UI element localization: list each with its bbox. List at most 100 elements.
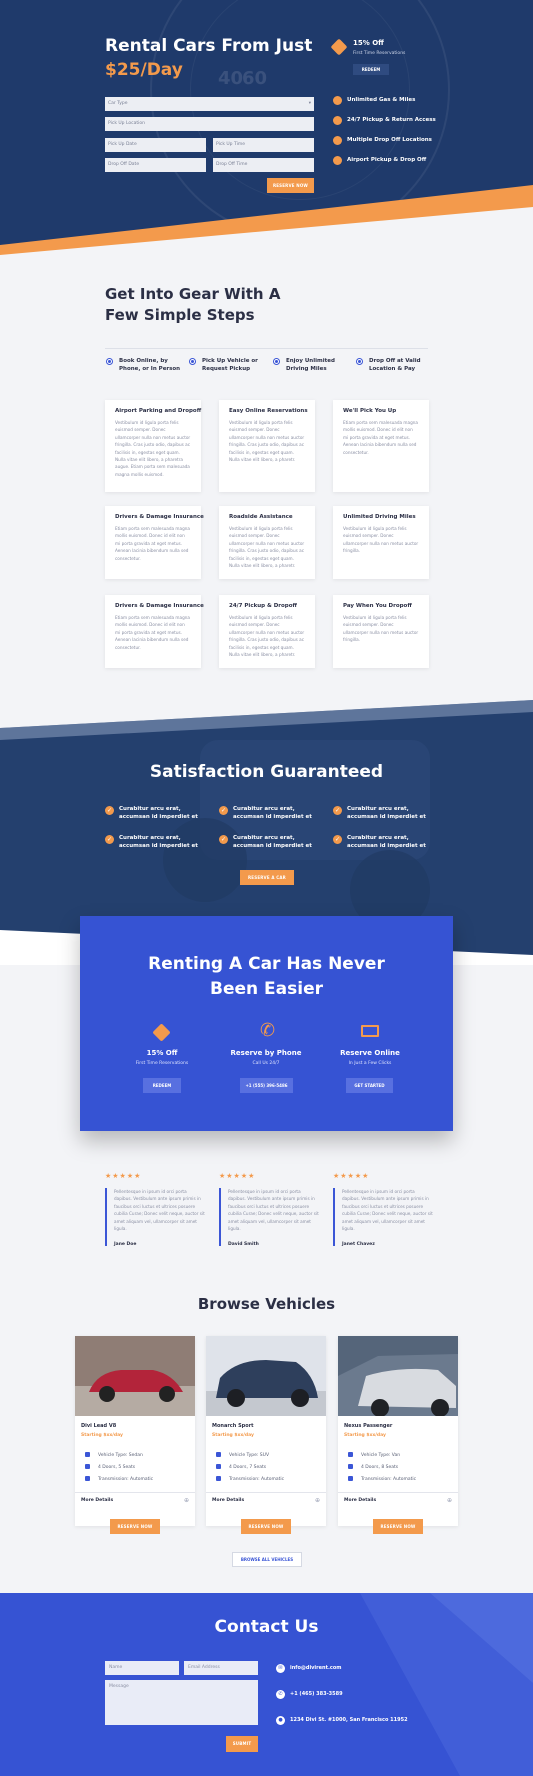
vehicle-spec: Vehicle Type: Sedan bbox=[85, 1452, 143, 1458]
check-icon: ✓ bbox=[105, 806, 114, 815]
message-textarea[interactable]: Message bbox=[105, 1680, 258, 1725]
check-icon: ✓ bbox=[105, 835, 114, 844]
contact-heading: Contact Us bbox=[214, 1617, 319, 1637]
redeem-button[interactable]: REDEEM bbox=[353, 64, 389, 75]
rating-stars: ★★★★★ bbox=[333, 1172, 370, 1180]
promo-subtitle: First Time Reservations bbox=[353, 51, 406, 56]
column-title: Reserve Online bbox=[340, 1049, 400, 1057]
dropoff-time-input[interactable]: Drop Off Time bbox=[213, 158, 314, 172]
reserve-now-button[interactable]: RESERVE NOW bbox=[110, 1519, 160, 1534]
service-card: 24/7 Pickup & Dropoff Vestibulum id ligul… bbox=[219, 595, 315, 668]
pickup-date-input[interactable]: Pick Up Date bbox=[105, 138, 206, 152]
more-details-toggle[interactable]: More Details bbox=[81, 1498, 113, 1503]
contact-email[interactable]: info@divirent.com bbox=[290, 1665, 341, 1671]
more-details-toggle[interactable]: More Details bbox=[212, 1498, 244, 1503]
phone-button[interactable]: +1 (555) 396-5486 bbox=[240, 1078, 293, 1093]
vehicle-name: Nexus Passenger bbox=[344, 1423, 393, 1429]
promo-title: 15% Off bbox=[353, 39, 384, 47]
vehicle-name: Divi Lead V8 bbox=[81, 1423, 117, 1429]
steps-heading: Get Into Gear With A Few Simple Steps bbox=[105, 285, 281, 324]
phone-icon: ✆ bbox=[260, 1020, 276, 1041]
service-card: We'll Pick You Up Etiam porta sem malesua… bbox=[333, 400, 429, 492]
pickup-location-input[interactable]: Pick Up Location bbox=[105, 117, 314, 131]
door-icon bbox=[348, 1464, 353, 1469]
feature-item: Unlimited Gas & Miles bbox=[347, 97, 416, 103]
contact-section: Contact Us Name Email Address Message SU… bbox=[0, 1593, 533, 1776]
dropoff-date-input[interactable]: Drop Off Date bbox=[105, 158, 206, 172]
testimonial-author: David Smith bbox=[228, 1242, 259, 1248]
vehicle-spec: Vehicle Type: Van bbox=[348, 1452, 400, 1458]
redeem-button[interactable]: REDEEM bbox=[143, 1078, 181, 1093]
renting-section: Renting A Car Has Never Been Easier 15% … bbox=[80, 916, 453, 1131]
testimonial: Pellentesque in ipsum id orci porta dapi… bbox=[333, 1188, 433, 1248]
column-subtitle: Call Us 24/7 bbox=[252, 1061, 280, 1066]
testimonial: Pellentesque in ipsum id orci porta dapi… bbox=[219, 1188, 319, 1248]
name-input[interactable]: Name bbox=[105, 1661, 179, 1675]
vehicle-price: Starting $xx/day bbox=[81, 1433, 123, 1438]
more-details-toggle[interactable]: More Details bbox=[344, 1498, 376, 1503]
gear-icon bbox=[348, 1476, 353, 1481]
renting-heading: Renting A Car Has Never Been Easier bbox=[148, 954, 385, 999]
column-subtitle: First Time Reservations bbox=[135, 1061, 189, 1066]
monitor-icon bbox=[361, 1025, 379, 1037]
email-icon: ✉ bbox=[276, 1664, 285, 1673]
reserve-now-button[interactable]: RESERVE NOW bbox=[373, 1519, 423, 1534]
feature-item: Airport Pickup & Drop Off bbox=[347, 157, 427, 163]
car-icon bbox=[216, 1452, 221, 1457]
gas-icon bbox=[333, 96, 342, 105]
satisfaction-item: Curabitur arcu erat, accumsan id imperdi… bbox=[119, 835, 198, 849]
column-title: Reserve by Phone bbox=[230, 1049, 302, 1057]
step-radio-icon bbox=[356, 358, 363, 365]
feature-item: Multiple Drop Off Locations bbox=[347, 137, 432, 143]
browse-all-button[interactable]: BROWSE ALL VEHICLES bbox=[232, 1552, 302, 1567]
clock-icon bbox=[333, 116, 342, 125]
get-started-button[interactable]: GET STARTED bbox=[346, 1078, 393, 1093]
vehicle-spec: Transmission: Automatic bbox=[216, 1476, 284, 1482]
vehicle-spec: 4 Doors, 8 Seats bbox=[348, 1464, 398, 1470]
reserve-now-button[interactable]: RESERVE NOW bbox=[241, 1519, 291, 1534]
rating-stars: ★★★★★ bbox=[219, 1172, 256, 1180]
vehicle-spec: Transmission: Automatic bbox=[85, 1476, 153, 1482]
service-card: Drivers & Damage Insurance Etiam porta se… bbox=[105, 595, 204, 668]
plus-icon[interactable]: ⊕ bbox=[447, 1497, 452, 1504]
column-subtitle: In Just a Few Clicks bbox=[348, 1061, 392, 1066]
check-icon: ✓ bbox=[219, 835, 228, 844]
vehicle-image bbox=[206, 1336, 326, 1416]
step-label: Book Online, by Phone, or In Person bbox=[119, 358, 181, 372]
door-icon bbox=[85, 1464, 90, 1469]
satisfaction-item: Curabitur arcu erat, accumsan id imperdi… bbox=[119, 806, 198, 820]
vehicle-spec: 4 Doors, 5 Seats bbox=[85, 1464, 135, 1470]
check-icon: ✓ bbox=[333, 835, 342, 844]
contact-address: 1234 Divi St. #1000, San Francisco 11952 bbox=[290, 1717, 408, 1723]
gear-icon bbox=[85, 1476, 90, 1481]
contact-phone[interactable]: +1 (465) 383-3589 bbox=[290, 1691, 343, 1697]
satisfaction-item: Curabitur arcu erat, accumsan id imperdi… bbox=[233, 806, 312, 820]
testimonial-author: Janet Chavez bbox=[342, 1242, 375, 1248]
phone-icon: ✆ bbox=[276, 1690, 285, 1699]
divider bbox=[105, 348, 428, 349]
chevron-down-icon: ▾ bbox=[308, 101, 311, 106]
tag-icon bbox=[152, 1023, 171, 1042]
gauge-number: 40 bbox=[218, 68, 244, 89]
reserve-car-button[interactable]: RESERVE A CAR bbox=[240, 870, 294, 885]
vehicle-price: Starting $xx/day bbox=[344, 1433, 386, 1438]
vehicle-price: Starting $xx/day bbox=[212, 1433, 254, 1438]
pickup-time-input[interactable]: Pick Up Time bbox=[213, 138, 314, 152]
step-label: Drop Off at Valid Location & Pay bbox=[369, 358, 421, 372]
service-card: Unlimited Driving Miles Vestibulum id lig… bbox=[333, 506, 429, 579]
door-icon bbox=[216, 1464, 221, 1469]
service-card: Roadside Assistance Vestibulum id ligula … bbox=[219, 506, 315, 579]
rating-stars: ★★★★★ bbox=[105, 1172, 142, 1180]
vehicle-spec: 4 Doors, 7 Seats bbox=[216, 1464, 266, 1470]
step-radio-icon bbox=[106, 358, 113, 365]
hero-wave bbox=[0, 185, 533, 255]
service-card: Airport Parking and Dropoff Vestibulum id… bbox=[105, 400, 201, 492]
email-input[interactable]: Email Address bbox=[184, 1661, 258, 1675]
car-type-select[interactable]: Car Type ▾ bbox=[105, 97, 314, 111]
submit-button[interactable]: SUBMIT bbox=[226, 1736, 258, 1752]
plus-icon[interactable]: ⊕ bbox=[184, 1497, 189, 1504]
location-pin-icon bbox=[333, 136, 342, 145]
testimonial-author: Jane Doe bbox=[114, 1242, 137, 1248]
plus-icon[interactable]: ⊕ bbox=[315, 1497, 320, 1504]
vehicle-spec: Transmission: Automatic bbox=[348, 1476, 416, 1482]
